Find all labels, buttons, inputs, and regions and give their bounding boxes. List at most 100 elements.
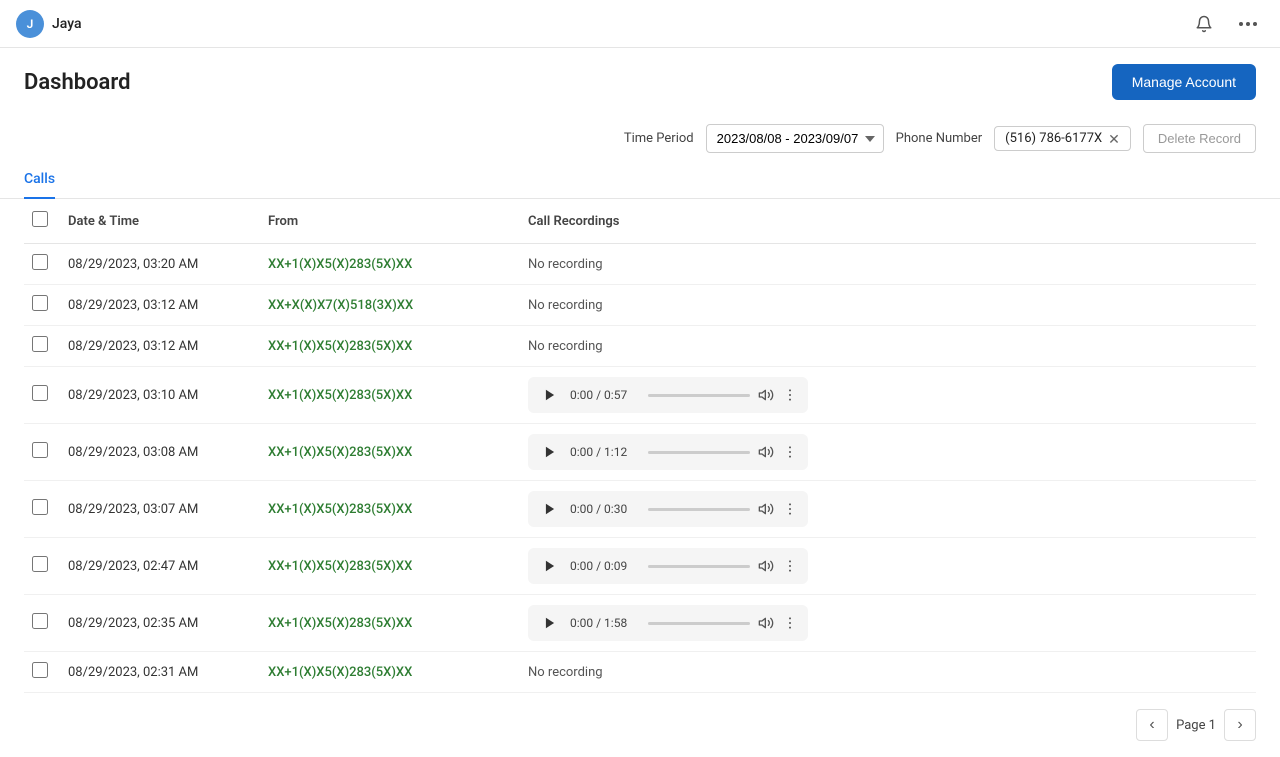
recording-more-button[interactable] — [782, 558, 798, 574]
row-from: XX+1(X)X5(X)283(5X)XX — [260, 481, 520, 538]
row-datetime: 08/29/2023, 03:08 AM — [60, 424, 260, 481]
audio-player: 0:00 / 0:30 — [528, 491, 808, 527]
prev-page-icon: ‹ — [1149, 716, 1154, 734]
table-row: 08/29/2023, 02:31 AM XX+1(X)X5(X)283(5X)X… — [24, 652, 1256, 693]
row-from: XX+1(X)X5(X)283(5X)XX — [260, 424, 520, 481]
row-checkbox[interactable] — [32, 556, 48, 572]
audio-player: 0:00 / 0:09 — [528, 548, 808, 584]
filter-bar: Time Period 2023/08/08 - 2023/09/07 Phon… — [0, 116, 1280, 153]
volume-button[interactable] — [758, 615, 774, 631]
row-recording: 0:00 / 0:57 — [520, 367, 1256, 424]
table-row: 08/29/2023, 03:12 AMXX+X(X)X7(X)518(3X)X… — [24, 285, 1256, 326]
play-button[interactable] — [538, 383, 562, 407]
avatar: J — [16, 10, 44, 38]
pagination: ‹ Page 1 › — [0, 693, 1280, 757]
table-row: 08/29/2023, 02:47 AMXX+1(X)X5(X)283(5X)X… — [24, 538, 1256, 595]
play-button[interactable] — [538, 497, 562, 521]
phone-number-clear-button[interactable]: ✕ — [1108, 132, 1120, 146]
recording-more-button[interactable] — [782, 444, 798, 460]
volume-button[interactable] — [758, 501, 774, 517]
row-recording: 0:00 / 0:09 — [520, 538, 1256, 595]
row-checkbox-cell — [24, 538, 60, 595]
recording-more-button[interactable] — [782, 501, 798, 517]
no-recording-label: No recording — [528, 298, 603, 313]
time-period-select[interactable]: 2023/08/08 - 2023/09/07 — [706, 124, 884, 153]
progress-bar[interactable] — [648, 451, 750, 454]
row-checkbox[interactable] — [32, 295, 48, 311]
bell-button[interactable] — [1188, 8, 1220, 40]
row-recording: 0:00 / 0:30 — [520, 481, 1256, 538]
time-display: 0:00 / 0:09 — [570, 559, 640, 573]
no-recording-label: No recording — [528, 257, 603, 272]
tabs-bar: Calls — [0, 161, 1280, 199]
recording-more-button[interactable] — [782, 615, 798, 631]
row-checkbox[interactable] — [32, 385, 48, 401]
row-checkbox[interactable] — [32, 613, 48, 629]
top-nav-right — [1188, 8, 1264, 40]
next-page-icon: › — [1237, 716, 1242, 734]
row-from: XX+1(X)X5(X)283(5X)XX — [260, 367, 520, 424]
row-datetime: 08/29/2023, 02:31 AM — [60, 652, 260, 693]
masked-phone-number: XX+1(X)X5(X)283(5X)XX — [268, 445, 412, 460]
top-nav: J Jaya — [0, 0, 1280, 48]
table-row: 08/29/2023, 03:10 AMXX+1(X)X5(X)283(5X)X… — [24, 367, 1256, 424]
time-display: 0:00 / 1:58 — [570, 616, 640, 630]
row-checkbox-cell — [24, 285, 60, 326]
header-from: From — [260, 199, 520, 244]
tab-calls[interactable]: Calls — [24, 161, 55, 199]
masked-phone-number: XX+1(X)X5(X)283(5X)XX — [268, 339, 412, 354]
progress-bar[interactable] — [648, 565, 750, 568]
play-button[interactable] — [538, 554, 562, 578]
masked-phone-number: XX+X(X)X7(X)518(3X)XX — [268, 298, 413, 313]
table-row: 08/29/2023, 03:08 AM XX+1(X)X5(X)283(5X)X… — [24, 424, 1256, 481]
masked-phone-number: XX+1(X)X5(X)283(5X)XX — [268, 665, 412, 680]
recording-more-button[interactable] — [782, 387, 798, 403]
progress-bar[interactable] — [648, 394, 750, 397]
volume-button[interactable] — [758, 387, 774, 403]
progress-bar[interactable] — [648, 622, 750, 625]
row-from: XX+1(X)X5(X)283(5X)XX — [260, 595, 520, 652]
audio-player: 0:00 / 1:12 — [528, 434, 808, 470]
row-from: XX+1(X)X5(X)283(5X)XX — [260, 244, 520, 285]
row-from: XX+1(X)X5(X)283(5X)XX — [260, 326, 520, 367]
more-menu-button[interactable] — [1232, 8, 1264, 40]
volume-button[interactable] — [758, 558, 774, 574]
header-date-time: Date & Time — [60, 199, 260, 244]
table-header-row: Date & Time From Call Recordings — [24, 199, 1256, 244]
prev-page-button[interactable]: ‹ — [1136, 709, 1168, 741]
play-button[interactable] — [538, 440, 562, 464]
row-datetime: 08/29/2023, 03:12 AM — [60, 326, 260, 367]
row-checkbox-cell — [24, 481, 60, 538]
progress-bar[interactable] — [648, 508, 750, 511]
time-display: 0:00 / 0:57 — [570, 388, 640, 402]
page-header: Dashboard Manage Account — [0, 48, 1280, 116]
masked-phone-number: XX+1(X)X5(X)283(5X)XX — [268, 388, 412, 403]
table-row: 08/29/2023, 03:12 AM XX+1(X)X5(X)283(5X)X… — [24, 326, 1256, 367]
row-checkbox-cell — [24, 652, 60, 693]
no-recording-label: No recording — [528, 665, 603, 680]
masked-phone-number: XX+1(X)X5(X)283(5X)XX — [268, 616, 412, 631]
phone-number-label: Phone Number — [896, 131, 983, 146]
masked-phone-number: XX+1(X)X5(X)283(5X)XX — [268, 559, 412, 574]
row-checkbox[interactable] — [32, 442, 48, 458]
time-display: 0:00 / 0:30 — [570, 502, 640, 516]
no-recording-label: No recording — [528, 339, 603, 354]
volume-button[interactable] — [758, 444, 774, 460]
time-period-label: Time Period — [624, 131, 694, 146]
row-recording: 0:00 / 1:58 — [520, 595, 1256, 652]
row-checkbox[interactable] — [32, 336, 48, 352]
manage-account-button[interactable]: Manage Account — [1112, 64, 1256, 100]
row-datetime: 08/29/2023, 02:35 AM — [60, 595, 260, 652]
bell-icon — [1195, 15, 1213, 33]
page-title: Dashboard — [24, 70, 130, 95]
next-page-button[interactable]: › — [1224, 709, 1256, 741]
play-button[interactable] — [538, 611, 562, 635]
row-checkbox[interactable] — [32, 499, 48, 515]
row-checkbox[interactable] — [32, 662, 48, 678]
row-from: XX+X(X)X7(X)518(3X)XX — [260, 285, 520, 326]
row-checkbox-cell — [24, 326, 60, 367]
delete-record-button[interactable]: Delete Record — [1143, 124, 1256, 153]
select-all-checkbox[interactable] — [32, 211, 48, 227]
row-from: XX+1(X)X5(X)283(5X)XX — [260, 538, 520, 595]
row-checkbox[interactable] — [32, 254, 48, 270]
